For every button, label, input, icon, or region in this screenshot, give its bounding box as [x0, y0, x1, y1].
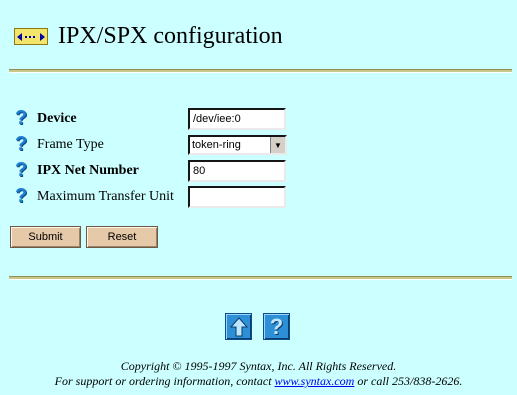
help-question-icon[interactable]: ? [14, 133, 32, 155]
device-input[interactable]: /dev/iee:0 [188, 108, 286, 130]
field-row-device: ? Device [14, 107, 77, 130]
submit-button[interactable]: Submit [10, 226, 81, 248]
support-link[interactable]: www.syntax.com [275, 374, 355, 388]
reset-button[interactable]: Reset [86, 226, 158, 248]
field-row-frame-type: ? Frame Type [14, 133, 104, 156]
ipx-net-number-label: IPX Net Number [37, 163, 139, 178]
ipx-net-number-input[interactable]: 80 [188, 160, 286, 182]
help-question-icon[interactable]: ? [14, 107, 32, 129]
divider [9, 276, 512, 280]
chevron-down-icon[interactable]: ▼ [270, 137, 285, 153]
support-text: For support or ordering information, con… [0, 374, 517, 389]
frame-type-label: Frame Type [37, 137, 104, 152]
device-label: Device [37, 111, 77, 126]
network-arrows-icon [14, 27, 48, 45]
help-question-icon[interactable]: ? [14, 185, 32, 207]
mtu-input[interactable] [188, 186, 286, 208]
field-row-ipx-net-number: ? IPX Net Number [14, 159, 139, 182]
page-header: IPX/SPX configuration [14, 22, 283, 50]
support-prefix: For support or ordering information, con… [54, 374, 275, 388]
field-row-mtu: ? Maximum Transfer Unit [14, 185, 174, 208]
frame-type-value: token-ring [192, 139, 241, 151]
help-icon[interactable]: ? [263, 313, 290, 340]
help-question-icon[interactable]: ? [14, 159, 32, 181]
page-title: IPX/SPX configuration [58, 22, 283, 49]
support-suffix: or call 253/838-2626. [354, 374, 463, 388]
divider [9, 69, 512, 73]
copyright-text: Copyright © 1995-1997 Syntax, Inc. All R… [120, 359, 397, 373]
up-arrow-icon[interactable] [225, 313, 252, 340]
mtu-label: Maximum Transfer Unit [37, 189, 174, 204]
frame-type-select[interactable]: token-ring ▼ [188, 135, 287, 155]
